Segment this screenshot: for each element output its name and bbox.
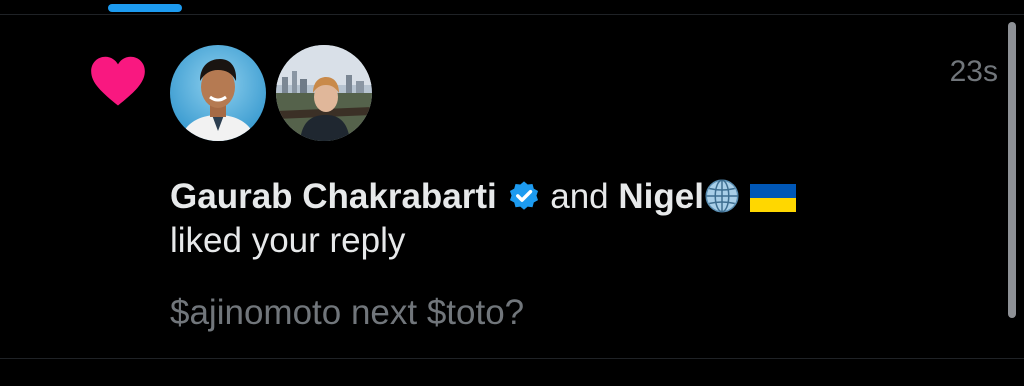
timestamp: 23s: [949, 55, 998, 88]
user1-name[interactable]: Gaurab Chakrabarti: [170, 177, 497, 216]
notification-text: Gaurab Chakrabarti and Nigel liked your …: [170, 175, 970, 263]
tab-active-indicator: [108, 4, 182, 12]
avatar-nigel[interactable]: [276, 45, 372, 141]
user2-name[interactable]: Nigel: [618, 177, 704, 216]
reply-preview[interactable]: $ajinomoto next $toto?: [170, 293, 524, 333]
like-notification[interactable]: 23s Gaurab Chakrabarti and Nigel liked y…: [0, 15, 1010, 358]
verified-badge-icon: [509, 181, 538, 210]
globe-icon: [705, 179, 739, 213]
action-text: liked your reply: [170, 221, 406, 260]
ukraine-flag-icon: [749, 184, 796, 212]
connector-text: and: [550, 177, 609, 216]
scrollbar[interactable]: [1008, 22, 1016, 318]
notifications-page: 23s Gaurab Chakrabarti and Nigel liked y…: [0, 0, 1024, 386]
divider: [0, 358, 1024, 359]
avatar-gaurab[interactable]: [170, 45, 266, 141]
heart-icon: [91, 56, 145, 106]
